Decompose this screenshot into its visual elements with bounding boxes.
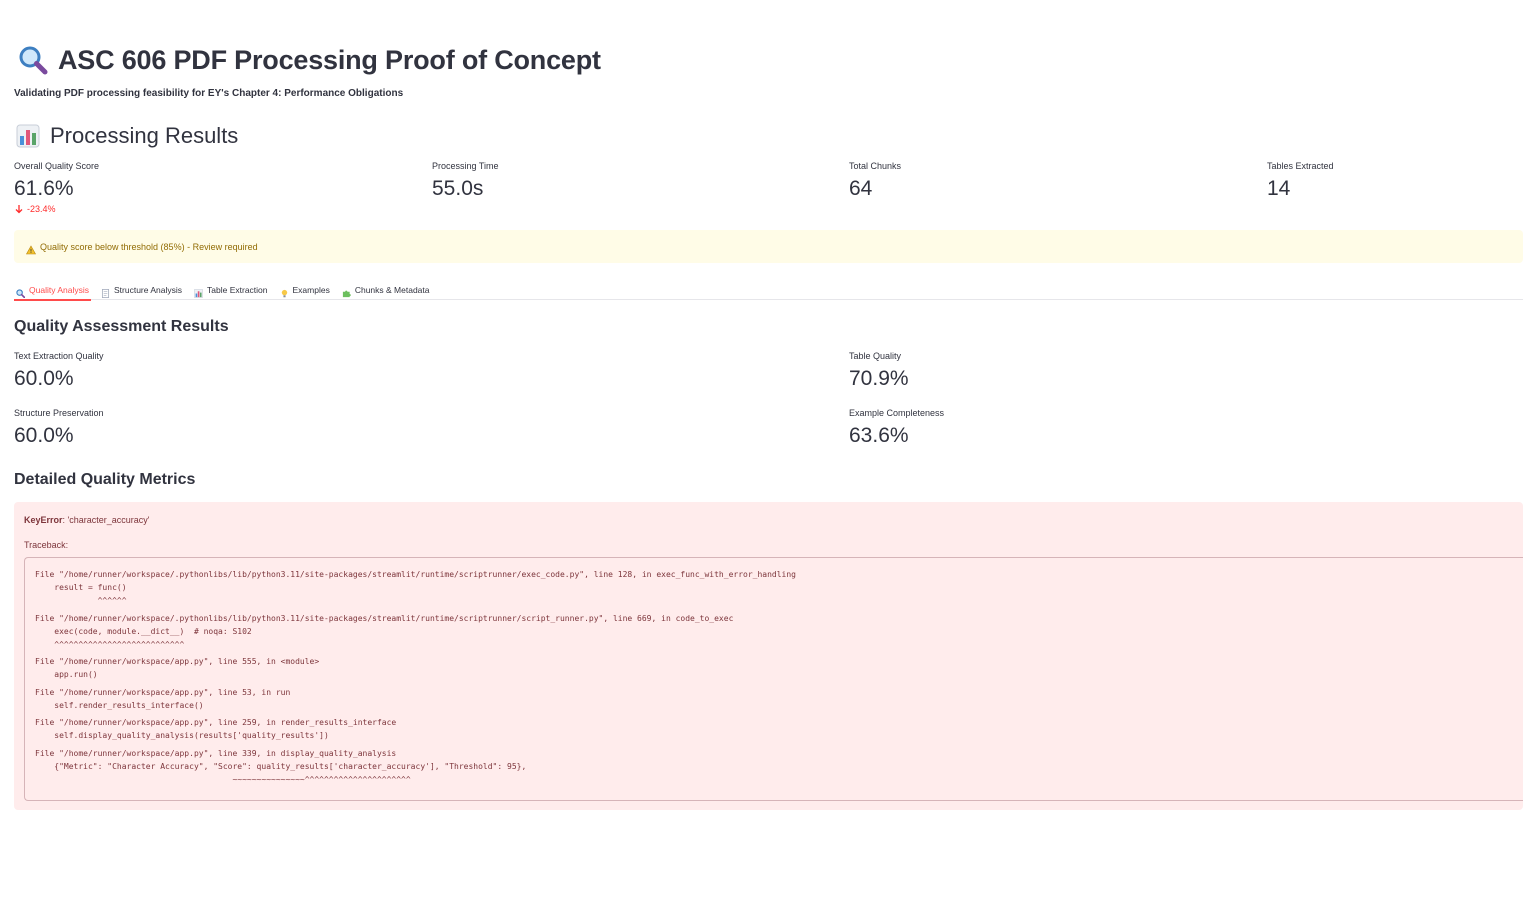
tab-examples[interactable]: Examples bbox=[278, 279, 332, 300]
arrow-down-icon bbox=[14, 204, 24, 214]
metric-label: Overall Quality Score bbox=[14, 161, 100, 171]
tab-label: Chunks & Metadata bbox=[354, 284, 430, 295]
metric-processing-time: Processing Time 55.0s bbox=[432, 161, 499, 201]
error-alert: KeyError: 'character_accuracy' Traceback… bbox=[14, 502, 1523, 810]
metric-value: 60.0% bbox=[14, 367, 74, 390]
warning-icon bbox=[25, 242, 37, 254]
traceback-line: self.display_quality_analysis(results['q… bbox=[35, 731, 329, 740]
metric-value: 55.0s bbox=[432, 177, 484, 200]
page-header: ASC 606 PDF Processing Proof of Concept bbox=[18, 44, 601, 76]
quality-warning-alert: Quality score below threshold (85%) - Re… bbox=[14, 230, 1523, 263]
warning-text: Quality score below threshold (85%) - Re… bbox=[40, 241, 258, 252]
metric-label: Table Quality bbox=[849, 351, 902, 361]
metric-value: 70.9% bbox=[849, 367, 909, 390]
metric-tables-extracted: Tables Extracted 14 bbox=[1267, 161, 1334, 201]
metric-example-completeness: Example Completeness 63.6% bbox=[849, 408, 944, 448]
metric-overall-quality: Overall Quality Score 61.6% -23.4% bbox=[14, 161, 99, 214]
metric-label: Text Extraction Quality bbox=[14, 351, 104, 361]
detailed-metrics-heading: Detailed Quality Metrics bbox=[14, 471, 196, 488]
tab-label: Table Extraction bbox=[207, 284, 268, 295]
metric-value: 64 bbox=[849, 177, 873, 200]
metric-value: 61.6% bbox=[14, 177, 74, 200]
traceback-frame: File "/home/runner/workspace/.pythonlibs… bbox=[35, 568, 1513, 607]
traceback-line: exec(code, module.__dict__) # noqa: S102 bbox=[35, 626, 252, 636]
traceback-frame: File "/home/runner/workspace/app.py", li… bbox=[35, 686, 1513, 712]
tab-table-extraction[interactable]: Table Extraction bbox=[192, 279, 269, 300]
error-type: KeyError bbox=[24, 515, 63, 525]
traceback-line: self.render_results_interface() bbox=[35, 700, 204, 710]
traceback-line: File "/home/runner/workspace/.pythonlibs… bbox=[35, 570, 796, 579]
traceback-frame: File "/home/runner/workspace/app.py", li… bbox=[35, 655, 1513, 681]
traceback-line: app.run() bbox=[35, 670, 98, 679]
metric-label: Total Chunks bbox=[849, 161, 902, 171]
traceback-line: {"Metric": "Character Accuracy", "Score"… bbox=[35, 761, 527, 771]
traceback-line: result = func() bbox=[35, 583, 127, 592]
traceback-frame: File "/home/runner/workspace/.pythonlibs… bbox=[35, 612, 1513, 651]
tab-chunks-metadata[interactable]: Chunks & Metadata bbox=[340, 279, 432, 300]
page-title: ASC 606 PDF Processing Proof of Concept bbox=[58, 44, 601, 75]
metric-delta: -23.4% bbox=[14, 204, 99, 214]
quality-assessment-heading: Quality Assessment Results bbox=[14, 318, 229, 335]
magnifier-icon bbox=[16, 285, 26, 299]
error-message: : 'character_accuracy' bbox=[62, 515, 150, 525]
metric-table-quality: Table Quality 70.9% bbox=[849, 351, 909, 391]
metric-value: 63.6% bbox=[849, 424, 909, 447]
tab-label: Quality Analysis bbox=[29, 284, 89, 295]
page-subtitle: Validating PDF processing feasibility fo… bbox=[14, 88, 404, 99]
metric-label: Structure Preservation bbox=[14, 408, 104, 418]
bar-chart-icon bbox=[16, 124, 40, 148]
metric-label: Example Completeness bbox=[849, 408, 945, 418]
metric-delta-value: -23.4% bbox=[27, 204, 56, 214]
traceback-line: File "/home/runner/workspace/app.py", li… bbox=[35, 748, 397, 758]
tab-bar: Quality Analysis Structure Analysis Tabl… bbox=[14, 279, 1523, 301]
traceback-line: ^^^^^^^^^^^^^^^^^^^^^^^^^^^ bbox=[35, 639, 185, 649]
bar-chart-icon bbox=[194, 285, 203, 298]
metric-total-chunks: Total Chunks 64 bbox=[849, 161, 901, 201]
results-heading: Processing Results bbox=[50, 123, 239, 148]
traceback-line: File "/home/runner/workspace/.pythonlibs… bbox=[35, 613, 734, 623]
traceback-code-block[interactable]: File "/home/runner/workspace/.pythonlibs… bbox=[24, 557, 1523, 801]
document-icon bbox=[101, 285, 110, 298]
traceback-frame: File "/home/runner/workspace/app.py", li… bbox=[35, 747, 1513, 786]
results-header: Processing Results bbox=[16, 122, 238, 150]
metric-structure-preservation: Structure Preservation 60.0% bbox=[14, 408, 104, 448]
tab-quality-analysis[interactable]: Quality Analysis bbox=[14, 279, 91, 301]
metric-label: Processing Time bbox=[432, 161, 499, 171]
metric-value: 60.0% bbox=[14, 424, 74, 447]
tab-label: Structure Analysis bbox=[114, 284, 183, 295]
traceback-line: ^^^^^^ bbox=[35, 596, 127, 605]
traceback-line: File "/home/runner/workspace/app.py", li… bbox=[35, 687, 291, 697]
lightbulb-icon bbox=[280, 285, 289, 298]
metric-value: 14 bbox=[1267, 177, 1291, 200]
magnifier-icon bbox=[18, 45, 48, 75]
metric-text-extraction-quality: Text Extraction Quality 60.0% bbox=[14, 351, 104, 391]
tab-structure-analysis[interactable]: Structure Analysis bbox=[99, 279, 184, 300]
puzzle-icon bbox=[342, 285, 351, 298]
traceback-line: File "/home/runner/workspace/app.py", li… bbox=[35, 718, 397, 727]
traceback-frame: File "/home/runner/workspace/app.py", li… bbox=[35, 716, 1513, 742]
error-title: KeyError: 'character_accuracy' bbox=[24, 515, 150, 525]
traceback-line: ~~~~~~~~~~~~~~~^^^^^^^^^^^^^^^^^^^^^^ bbox=[35, 774, 411, 784]
tab-label: Examples bbox=[292, 284, 330, 295]
metric-label: Tables Extracted bbox=[1267, 161, 1334, 171]
traceback-label: Traceback: bbox=[24, 540, 69, 550]
traceback-line: File "/home/runner/workspace/app.py", li… bbox=[35, 657, 320, 666]
